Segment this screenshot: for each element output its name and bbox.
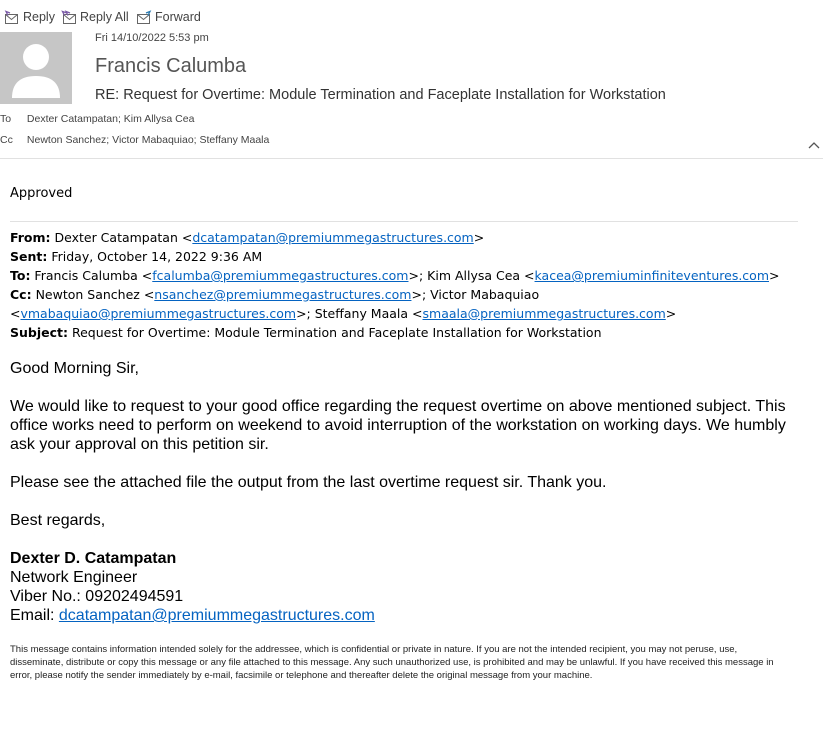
cc-row: Cc Newton Sanchez; Victor Mabaquiao; Ste… bbox=[0, 134, 269, 146]
signature-title: Network Engineer bbox=[10, 569, 138, 586]
orig-to-close: > bbox=[769, 268, 780, 283]
orig-cc-line: Cc: Newton Sanchez <nsanchez@premiummega… bbox=[10, 285, 810, 323]
orig-cc-3-name: >; Steffany Maala < bbox=[296, 306, 423, 321]
greeting: Good Morning Sir, bbox=[10, 360, 139, 377]
to-label: To bbox=[0, 113, 12, 125]
to-recipients[interactable]: Dexter Catampatan; Kim Allysa Cea bbox=[27, 113, 195, 125]
sender-name[interactable]: Francis Calumba bbox=[95, 55, 246, 78]
closing: Best regards, bbox=[10, 512, 106, 529]
orig-cc-close: > bbox=[665, 306, 677, 321]
orig-cc-2-email-link[interactable]: vmabaquiao@premiummegastructures.com bbox=[20, 306, 296, 321]
body-paragraph-2: Please see the attached file the output … bbox=[10, 474, 607, 491]
message-toolbar: Reply Reply All Forward bbox=[0, 0, 823, 32]
signature-viber: Viber No.: 09202494591 bbox=[10, 588, 184, 605]
orig-cc-1-email-link[interactable]: nsanchez@premiummegastructures.com bbox=[154, 287, 411, 302]
reply-all-label: Reply All bbox=[80, 10, 129, 24]
message-date: Fri 14/10/2022 5:53 pm bbox=[95, 32, 209, 44]
orig-subject-line: Subject: Request for Overtime: Module Te… bbox=[10, 323, 810, 342]
orig-cc-3-email-link[interactable]: smaala@premiummegastructures.com bbox=[423, 306, 666, 321]
cc-recipients[interactable]: Newton Sanchez; Victor Mabaquiao; Steffa… bbox=[27, 134, 269, 146]
orig-cc-label: Cc: bbox=[10, 287, 32, 302]
orig-to-1-name: Francis Calumba < bbox=[30, 268, 153, 283]
signature-email-line: Email: dcatampatan@premiummegastructures… bbox=[10, 606, 810, 625]
forward-icon bbox=[137, 9, 152, 24]
header-divider bbox=[0, 158, 823, 159]
message-body: Good Morning Sir, We would like to reque… bbox=[10, 359, 810, 625]
signature-email-link[interactable]: dcatampatan@premiummegastructures.com bbox=[59, 607, 375, 624]
orig-sent-line: Sent: Friday, October 14, 2022 9:36 AM bbox=[10, 247, 810, 266]
reply-all-button[interactable]: Reply All bbox=[61, 8, 129, 26]
signature-block: Dexter D. Catampatan Network Engineer Vi… bbox=[10, 549, 810, 625]
reply-text: Approved bbox=[10, 186, 73, 201]
orig-from-email-link[interactable]: dcatampatan@premiummegastructures.com bbox=[192, 230, 473, 245]
orig-sent-value: Friday, October 14, 2022 9:36 AM bbox=[47, 249, 263, 264]
original-message-divider bbox=[10, 221, 798, 222]
orig-to-2-name: >; Kim Allysa Cea < bbox=[408, 268, 535, 283]
orig-to-2-email-link[interactable]: kacea@premiuminfiniteventures.com bbox=[535, 268, 769, 283]
chevron-up-icon bbox=[808, 142, 820, 149]
orig-to-label: To: bbox=[10, 268, 31, 283]
to-row: To Dexter Catampatan; Kim Allysa Cea bbox=[0, 113, 194, 125]
orig-subject-label: Subject: bbox=[10, 325, 68, 340]
forward-label: Forward bbox=[155, 10, 201, 24]
signature-email-label: Email: bbox=[10, 607, 59, 624]
forward-button[interactable]: Forward bbox=[136, 8, 201, 26]
reply-icon bbox=[4, 9, 18, 24]
reply-label: Reply bbox=[23, 10, 55, 24]
reply-button[interactable]: Reply bbox=[4, 8, 55, 26]
orig-from-label: From: bbox=[10, 230, 51, 245]
orig-from-line: From: Dexter Catampatan <dcatampatan@pre… bbox=[10, 228, 810, 247]
orig-to-1-email-link[interactable]: fcalumba@premiummegastructures.com bbox=[152, 268, 408, 283]
orig-from-close: > bbox=[473, 230, 485, 245]
avatar bbox=[0, 32, 72, 104]
orig-subject-value: Request for Overtime: Module Termination… bbox=[68, 325, 602, 340]
orig-cc-1-name: Newton Sanchez < bbox=[31, 287, 155, 302]
orig-to-line: To: Francis Calumba <fcalumba@premiummeg… bbox=[10, 266, 810, 285]
orig-from-name: Dexter Catampatan < bbox=[50, 230, 193, 245]
signature-name: Dexter D. Catampatan bbox=[10, 550, 177, 567]
message-subject: RE: Request for Overtime: Module Termina… bbox=[95, 87, 666, 103]
disclaimer: This message contains information intend… bbox=[10, 644, 774, 681]
collapse-header-button[interactable] bbox=[807, 138, 821, 150]
reply-all-icon bbox=[61, 9, 76, 24]
original-message-header: From: Dexter Catampatan <dcatampatan@pre… bbox=[10, 228, 810, 342]
person-silhouette-icon bbox=[12, 44, 60, 98]
body-paragraph-1: We would like to request to your good of… bbox=[10, 398, 786, 453]
orig-sent-label: Sent: bbox=[10, 249, 48, 264]
cc-label: Cc bbox=[0, 134, 13, 146]
